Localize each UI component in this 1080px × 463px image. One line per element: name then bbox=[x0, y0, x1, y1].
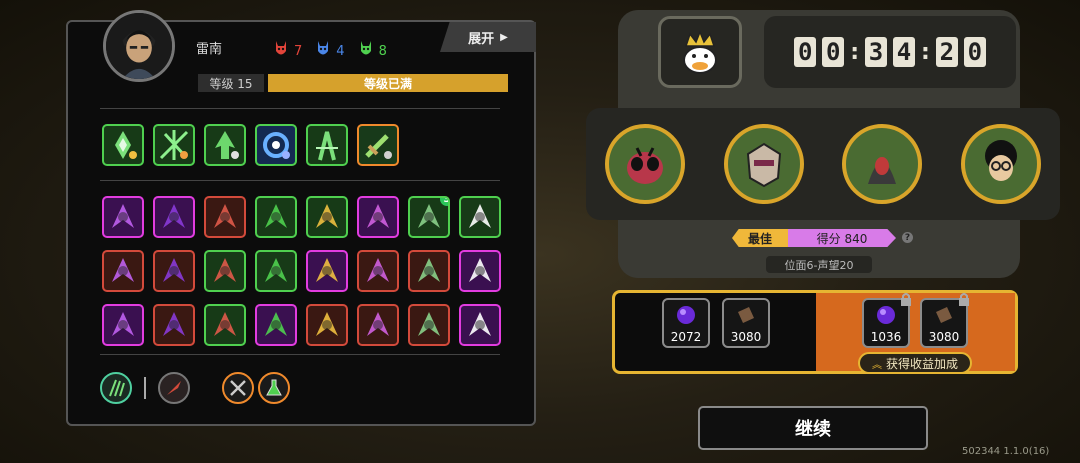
gold-arrow-icon[interactable] bbox=[306, 196, 348, 238]
shield-face-icon[interactable] bbox=[204, 196, 246, 238]
red-hand-icon[interactable] bbox=[153, 304, 195, 346]
blue-demon-mask-icon bbox=[318, 40, 329, 54]
bonus-label-text: 获得收益加成 bbox=[885, 356, 958, 371]
plane-reputation-label: 位面6-声望20 bbox=[766, 256, 872, 273]
best-label: 最佳 bbox=[732, 229, 788, 247]
divider bbox=[100, 354, 500, 355]
timer-colon: : bbox=[921, 39, 930, 65]
reward-item-gem-bonus: 1036 bbox=[862, 293, 911, 348]
green-sword-skill-icon[interactable] bbox=[357, 124, 399, 166]
score-display: 得分 840 bbox=[788, 229, 896, 247]
triple-arrow-icon[interactable] bbox=[204, 250, 246, 292]
resource-red: 7 bbox=[274, 38, 302, 59]
pink-monster-face-icon[interactable] bbox=[459, 304, 501, 346]
divider bbox=[144, 377, 146, 399]
help-icon[interactable]: ? bbox=[902, 232, 913, 243]
blue-vortex-skill-icon[interactable] bbox=[255, 124, 297, 166]
green-split-skill-icon[interactable] bbox=[306, 124, 348, 166]
purple-drip-icon[interactable] bbox=[102, 196, 144, 238]
purple-cross-icon[interactable] bbox=[306, 250, 348, 292]
divider bbox=[100, 180, 500, 181]
lock-icon bbox=[901, 293, 911, 306]
robot-mask-portrait-icon bbox=[723, 124, 804, 204]
purple-lance-icon[interactable] bbox=[255, 304, 297, 346]
bonus-reward-button[interactable]: ︽ 获得收益加成 bbox=[858, 352, 972, 374]
defeated-boss-portraits bbox=[586, 108, 1060, 220]
green-slash-icon[interactable] bbox=[357, 250, 399, 292]
red-swirl-icon[interactable] bbox=[204, 304, 246, 346]
player-avatar[interactable] bbox=[103, 10, 175, 82]
green-burst-skill-icon[interactable] bbox=[153, 124, 195, 166]
timer-digit: 0 bbox=[794, 37, 817, 67]
resource-counters: 7 4 8 bbox=[274, 38, 387, 59]
green-demon-mask-icon bbox=[360, 40, 371, 54]
red-demon-mask-icon bbox=[276, 40, 286, 54]
reward-item-gem: 2072 bbox=[662, 298, 710, 348]
passive-skill-grid: 3 bbox=[102, 196, 501, 346]
timer-digit: 0 bbox=[963, 37, 986, 67]
crowned-duck-icon bbox=[683, 29, 717, 74]
run-timer: 0 0 : 3 4 : 2 0 bbox=[764, 16, 1016, 88]
green-arrow-skill-icon[interactable] bbox=[204, 124, 246, 166]
bullet-belt-icon[interactable]: 3 bbox=[408, 196, 450, 238]
brown-block-icon bbox=[936, 307, 952, 323]
resource-blue: 4 bbox=[316, 38, 345, 59]
golden-gate-icon[interactable] bbox=[306, 304, 348, 346]
continue-button[interactable]: 继续 bbox=[698, 406, 928, 450]
teal-shuriken-icon[interactable] bbox=[357, 304, 399, 346]
level-label: 等级 15 bbox=[198, 74, 264, 92]
reward-item-block: 3080 bbox=[722, 298, 770, 348]
pink-monster-face-icon[interactable] bbox=[408, 304, 450, 346]
triangle-right-icon: ▶ bbox=[500, 31, 508, 43]
expand-button[interactable]: 展开 ▶ bbox=[440, 22, 536, 52]
green-leaf-burst-icon[interactable] bbox=[255, 196, 297, 238]
red-blade-icon[interactable] bbox=[158, 372, 190, 404]
purple-ghost-icon[interactable] bbox=[459, 250, 501, 292]
pink-sparkle-icon[interactable] bbox=[102, 304, 144, 346]
resource-blue-value: 4 bbox=[336, 44, 345, 59]
potion-flask-icon[interactable] bbox=[258, 372, 290, 404]
crossed-daggers-icon[interactable] bbox=[153, 250, 195, 292]
player-name: 雷南 bbox=[196, 42, 223, 57]
timer-colon: : bbox=[850, 39, 859, 65]
brown-block-icon bbox=[738, 307, 754, 323]
compass-wheel-icon[interactable] bbox=[102, 250, 144, 292]
score-text: 得分 840 bbox=[816, 231, 868, 246]
level-status-bar: 等级已满 bbox=[268, 74, 508, 92]
reward-value: 3080 bbox=[928, 330, 960, 344]
hooded-figure-portrait-icon bbox=[842, 124, 923, 204]
red-arrow-icon[interactable] bbox=[255, 250, 297, 292]
insect-monster-portrait-icon bbox=[605, 124, 686, 204]
resource-green-value: 8 bbox=[378, 44, 387, 59]
reward-value: 2072 bbox=[670, 330, 702, 344]
reward-item-block-bonus: 3080 bbox=[920, 293, 969, 348]
divider bbox=[100, 108, 500, 109]
green-claw-icon[interactable] bbox=[100, 372, 132, 404]
purple-gem-icon bbox=[677, 306, 695, 324]
lock-icon bbox=[959, 293, 969, 306]
timer-digit: 2 bbox=[935, 37, 958, 67]
resource-green: 8 bbox=[359, 38, 387, 59]
resource-red-value: 7 bbox=[294, 44, 303, 59]
purple-blade-icon[interactable] bbox=[357, 196, 399, 238]
purple-gem-icon bbox=[877, 306, 895, 324]
equipment-row bbox=[100, 372, 290, 404]
crossed-swords-icon[interactable] bbox=[222, 372, 254, 404]
rank-badge bbox=[658, 16, 742, 88]
reward-value: 1036 bbox=[870, 330, 902, 344]
curly-hair-portrait-icon bbox=[960, 124, 1041, 204]
purple-feather-icon[interactable] bbox=[408, 250, 450, 292]
reward-value: 3080 bbox=[730, 330, 762, 344]
cracked-orb-icon[interactable] bbox=[459, 196, 501, 238]
timer-digit: 0 bbox=[822, 37, 845, 67]
purple-crescent-icon[interactable] bbox=[153, 196, 195, 238]
timer-digit: 4 bbox=[893, 37, 915, 67]
version-label: 502344 1.1.0(16) bbox=[962, 446, 1050, 457]
weapon-skill-row bbox=[102, 124, 399, 166]
timer-digit: 3 bbox=[865, 37, 887, 67]
green-diamond-skill-icon[interactable] bbox=[102, 124, 144, 166]
double-chevron-up-icon: ︽ bbox=[871, 359, 882, 371]
expand-label: 展开 bbox=[468, 31, 495, 47]
